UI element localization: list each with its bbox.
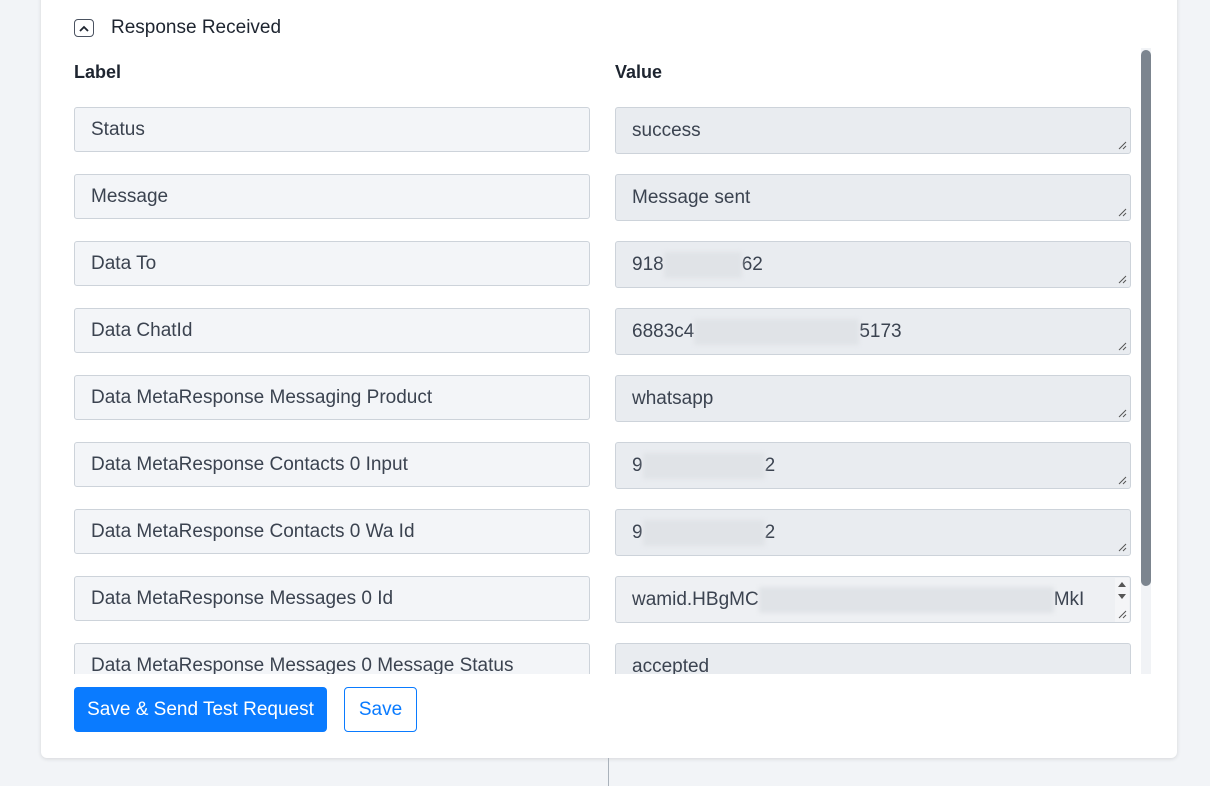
value-field[interactable]: 9 2 <box>615 509 1131 556</box>
field-row: Data MetaResponse Contacts 0 Wa Id 9 2 <box>74 502 1132 556</box>
value-field[interactable]: Message sent <box>615 174 1131 221</box>
value-text: accepted <box>632 655 710 675</box>
redacted-block <box>642 452 765 479</box>
label-field[interactable]: Data MetaResponse Contacts 0 Input <box>74 442 590 487</box>
label-field[interactable]: Data MetaResponse Messages 0 Id <box>74 576 590 621</box>
redacted-block <box>642 519 765 546</box>
resize-grip-icon[interactable] <box>1118 141 1127 150</box>
resize-grip-icon[interactable] <box>1118 476 1127 485</box>
field-row: Message Message sent <box>74 167 1132 221</box>
field-row: Data ChatId 6883c4 5173 <box>74 301 1132 355</box>
value-text-end: 2 <box>764 454 776 476</box>
value-text-start: 918 <box>632 253 664 275</box>
value-text-end: 62 <box>741 253 763 275</box>
value-field[interactable]: 9 2 <box>615 442 1131 489</box>
value-text-end: 2 <box>764 521 776 543</box>
label-field[interactable]: Data MetaResponse Messages 0 Message Sta… <box>74 643 590 674</box>
value-field[interactable]: wamid.HBgMC MkI <box>615 576 1131 623</box>
value-field[interactable]: 918 62 <box>615 241 1131 288</box>
field-row: Data To 918 62 <box>74 234 1132 288</box>
value-text-start: 6883c4 <box>632 320 695 342</box>
save-button[interactable]: Save <box>344 687 417 732</box>
resize-grip-icon[interactable] <box>1118 543 1127 552</box>
label-field[interactable]: Status <box>74 107 590 152</box>
value-field[interactable]: 6883c4 5173 <box>615 308 1131 355</box>
resize-grip-icon[interactable] <box>1118 342 1127 351</box>
value-column-header: Value <box>615 62 663 82</box>
value-text: Message sent <box>632 186 751 208</box>
label-field[interactable]: Data MetaResponse Messaging Product <box>74 375 590 420</box>
field-row: Data MetaResponse Messages 0 Id wamid.HB… <box>74 569 1132 623</box>
chevron-up-icon[interactable] <box>74 19 94 37</box>
resize-grip-icon[interactable] <box>1118 208 1127 217</box>
label-column-header: Label <box>74 62 122 82</box>
value-field[interactable]: whatsapp <box>615 375 1131 422</box>
value-text: success <box>632 119 701 141</box>
field-row: Status success <box>74 100 1132 154</box>
label-field[interactable]: Data ChatId <box>74 308 590 353</box>
value-text-start: wamid.HBgMC <box>632 588 759 610</box>
value-text-end: MkI <box>1053 588 1085 610</box>
value-text-start: 9 <box>632 454 643 476</box>
save-and-send-test-request-button[interactable]: Save & Send Test Request <box>74 687 327 732</box>
field-row: Data MetaResponse Messages 0 Message Sta… <box>74 636 1132 674</box>
redacted-block <box>663 251 742 278</box>
value-text: whatsapp <box>632 387 714 409</box>
label-field[interactable]: Data To <box>74 241 590 286</box>
redacted-block <box>758 586 1054 613</box>
divider <box>608 758 609 786</box>
field-row: Data MetaResponse Contacts 0 Input 9 2 <box>74 435 1132 489</box>
list-scrollbar-thumb[interactable] <box>1141 50 1151 586</box>
field-row: Data MetaResponse Messaging Product what… <box>74 368 1132 422</box>
label-field[interactable]: Message <box>74 174 590 219</box>
value-field[interactable]: accepted <box>615 643 1131 674</box>
section-title: Response Received <box>111 17 282 38</box>
value-text-start: 9 <box>632 521 643 543</box>
redacted-block <box>694 318 860 345</box>
value-field[interactable]: success <box>615 107 1131 154</box>
label-field[interactable]: Data MetaResponse Contacts 0 Wa Id <box>74 509 590 554</box>
response-fields-list[interactable]: Status success Message Message sent Data… <box>74 100 1136 674</box>
value-text-end: 5173 <box>859 320 902 342</box>
resize-grip-icon[interactable] <box>1118 610 1127 619</box>
resize-grip-icon[interactable] <box>1118 409 1127 418</box>
section-header: Response Received <box>74 17 281 39</box>
resize-grip-icon[interactable] <box>1118 275 1127 284</box>
